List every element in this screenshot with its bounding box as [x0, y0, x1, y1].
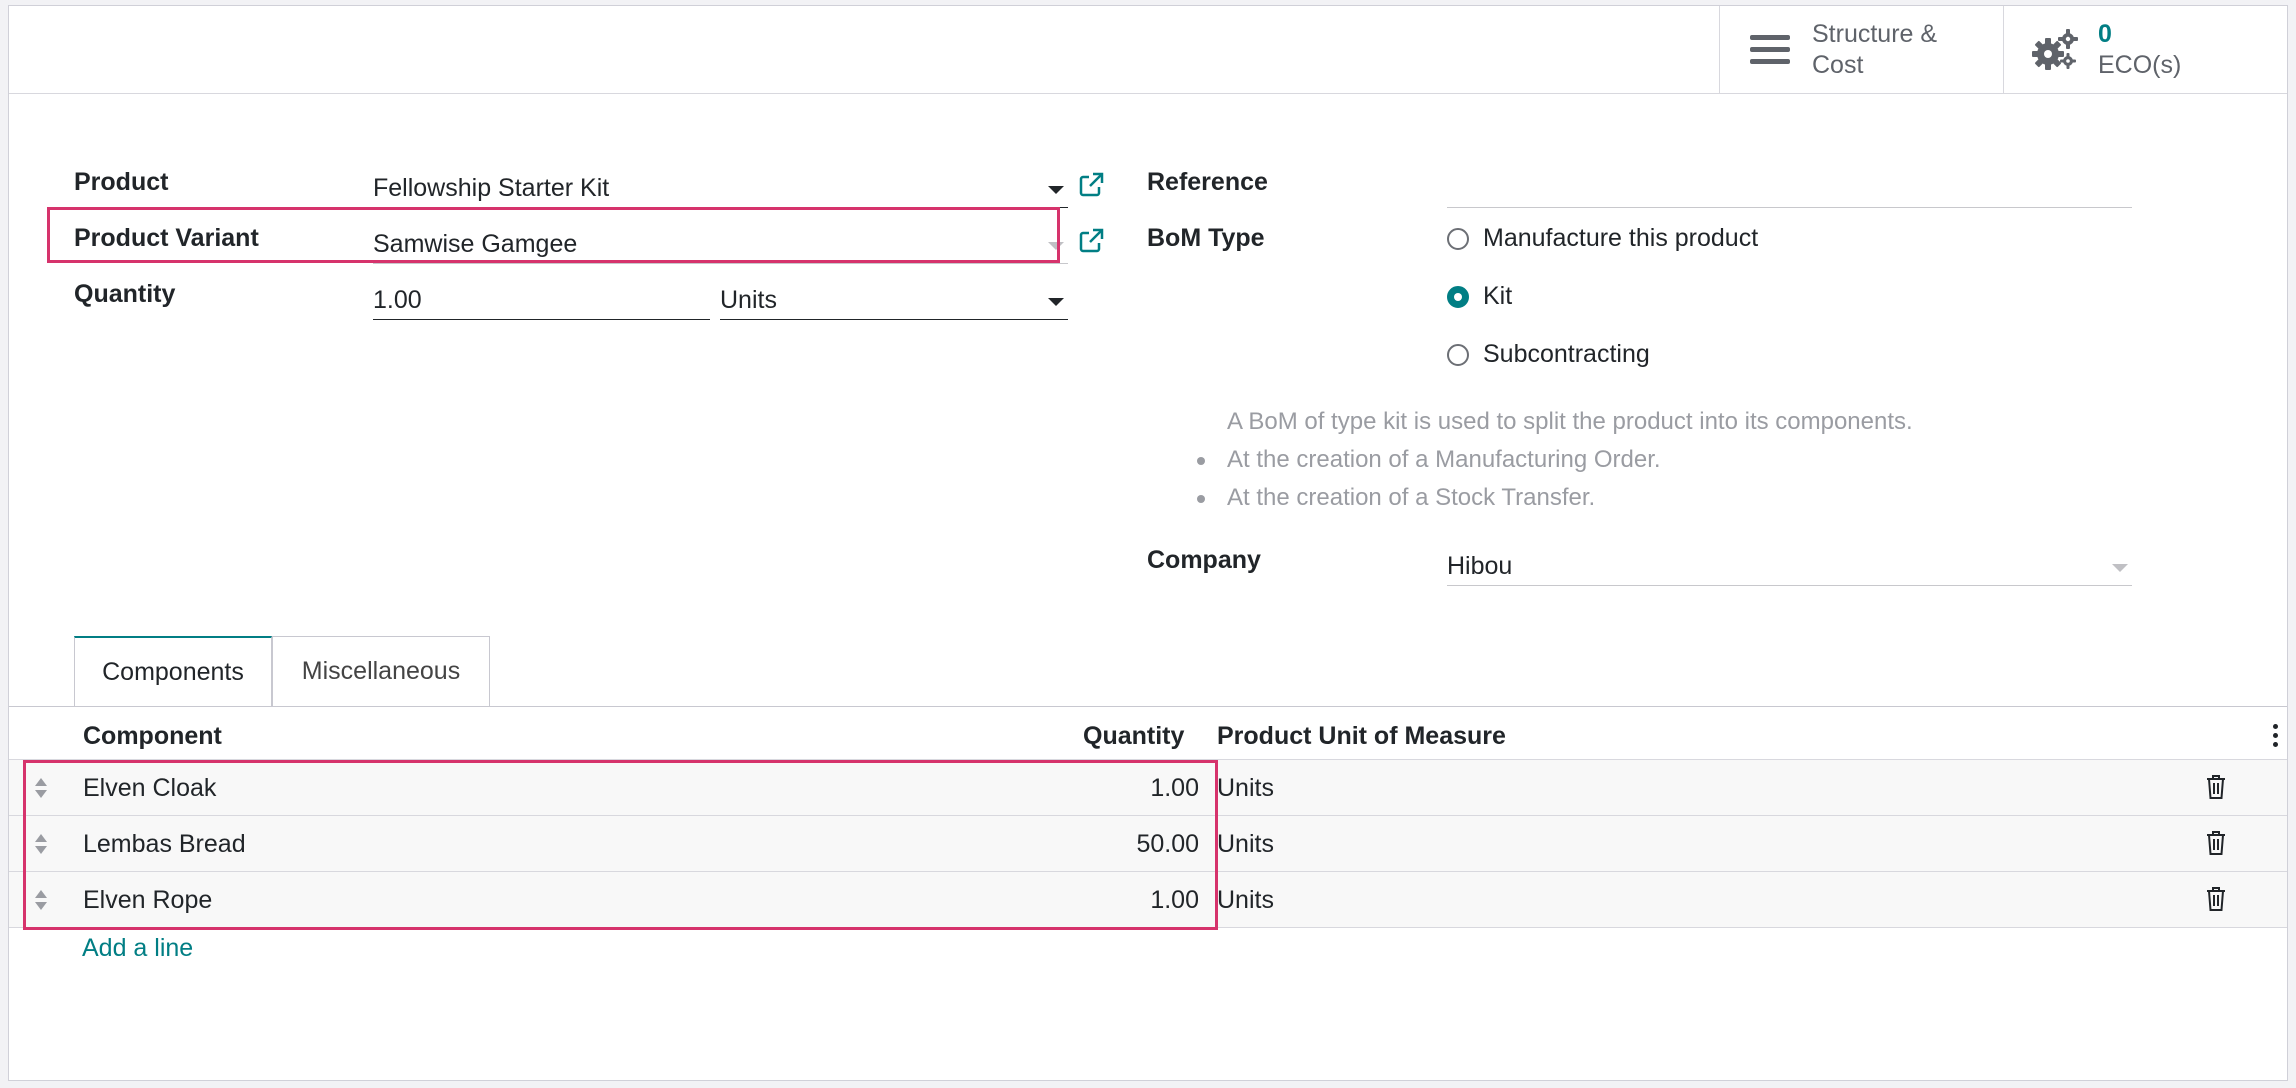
- table-row[interactable]: Elven Rope 1.00 Units: [9, 872, 2287, 928]
- bom-type-subcontracting-option[interactable]: Subcontracting: [1447, 340, 1650, 369]
- drag-handle-icon[interactable]: [33, 832, 49, 856]
- radio-button[interactable]: [1447, 343, 1469, 366]
- radio-button[interactable]: [1447, 227, 1469, 250]
- variant-value: Samwise Gamgee: [373, 230, 578, 258]
- product-dropdown-caret[interactable]: [1048, 186, 1064, 194]
- eco-button[interactable]: 0 ECO(s): [2003, 6, 2287, 93]
- company-field[interactable]: Hibou: [1447, 546, 2132, 586]
- structure-cost-label-line2: Cost: [1812, 50, 1864, 79]
- component-name[interactable]: Lembas Bread: [83, 816, 246, 872]
- structure-cost-button[interactable]: Structure & Cost: [1719, 6, 2003, 93]
- bars-icon: [1750, 34, 1790, 64]
- component-quantity[interactable]: 50.00: [1009, 816, 1199, 872]
- bom-type-help-intro: A BoM of type kit is used to split the p…: [1227, 408, 1913, 435]
- bom-type-option-label: Kit: [1483, 282, 1513, 310]
- component-quantity[interactable]: 1.00: [1009, 760, 1199, 816]
- product-label: Product: [74, 168, 169, 196]
- bullet: [1197, 457, 1205, 465]
- external-link-icon[interactable]: [1077, 171, 1105, 199]
- component-name[interactable]: Elven Cloak: [83, 760, 216, 816]
- variant-dropdown-caret[interactable]: [1048, 242, 1064, 250]
- structure-cost-label-line1: Structure &: [1812, 19, 1938, 48]
- eco-label: ECO(s): [2098, 50, 2182, 79]
- button-box: Structure & Cost 0 ECO(s): [9, 6, 2287, 94]
- company-value: Hibou: [1447, 552, 1513, 580]
- product-field[interactable]: Fellowship Starter Kit: [373, 168, 1068, 208]
- component-name[interactable]: Elven Rope: [83, 872, 212, 928]
- eco-count: 0: [2098, 19, 2112, 48]
- company-label: Company: [1147, 546, 1261, 574]
- bom-type-kit-option[interactable]: Kit: [1447, 282, 1512, 311]
- variant-field[interactable]: Samwise Gamgee: [373, 224, 1068, 264]
- bom-type-help-item: At the creation of a Stock Transfer.: [1227, 484, 1596, 511]
- variant-label: Product Variant: [74, 224, 259, 252]
- uom-select[interactable]: Units: [720, 280, 1068, 320]
- quantity-input[interactable]: 1.00: [373, 280, 710, 320]
- trash-icon[interactable]: [2205, 830, 2227, 856]
- product-value: Fellowship Starter Kit: [373, 174, 610, 202]
- bom-type-option-label: Manufacture this product: [1483, 224, 1759, 252]
- reference-label: Reference: [1147, 168, 1268, 196]
- component-uom[interactable]: Units: [1217, 816, 1274, 872]
- quantity-label: Quantity: [74, 280, 176, 308]
- bullet: [1197, 495, 1205, 503]
- optional-columns-kebab-icon[interactable]: [2273, 724, 2279, 748]
- bom-form-sheet: Structure & Cost 0 ECO(s) Product Fellow…: [8, 5, 2288, 1081]
- reference-input[interactable]: [1447, 168, 2132, 208]
- component-uom[interactable]: Units: [1217, 760, 1274, 816]
- uom-value: Units: [720, 286, 777, 314]
- bom-type-option-label: Subcontracting: [1483, 340, 1650, 368]
- add-a-line-link[interactable]: Add a line: [82, 934, 193, 963]
- radio-button-checked[interactable]: [1447, 285, 1469, 308]
- trash-icon[interactable]: [2205, 774, 2227, 800]
- component-quantity[interactable]: 1.00: [1009, 872, 1199, 928]
- component-uom[interactable]: Units: [1217, 872, 1274, 928]
- gears-icon: [2032, 28, 2078, 70]
- uom-dropdown-caret[interactable]: [1048, 298, 1064, 306]
- column-header-uom[interactable]: Product Unit of Measure: [1217, 714, 1506, 759]
- column-header-component[interactable]: Component: [83, 714, 222, 759]
- company-dropdown-caret[interactable]: [2112, 564, 2128, 572]
- table-row[interactable]: Lembas Bread 50.00 Units: [9, 816, 2287, 872]
- tab-components[interactable]: Components: [74, 636, 272, 706]
- table-row[interactable]: Elven Cloak 1.00 Units: [9, 760, 2287, 816]
- external-link-icon[interactable]: [1077, 227, 1105, 255]
- tab-miscellaneous[interactable]: Miscellaneous: [272, 636, 490, 706]
- trash-icon[interactable]: [2205, 886, 2227, 912]
- bom-type-label: BoM Type: [1147, 224, 1265, 252]
- tab-divider: [9, 706, 2287, 707]
- drag-handle-icon[interactable]: [33, 776, 49, 800]
- bom-type-manufacture-option[interactable]: Manufacture this product: [1447, 224, 1758, 253]
- column-header-quantity[interactable]: Quantity: [1083, 714, 1184, 759]
- bom-type-help-item: At the creation of a Manufacturing Order…: [1227, 446, 1661, 473]
- drag-handle-icon[interactable]: [33, 888, 49, 912]
- quantity-value: 1.00: [373, 286, 422, 314]
